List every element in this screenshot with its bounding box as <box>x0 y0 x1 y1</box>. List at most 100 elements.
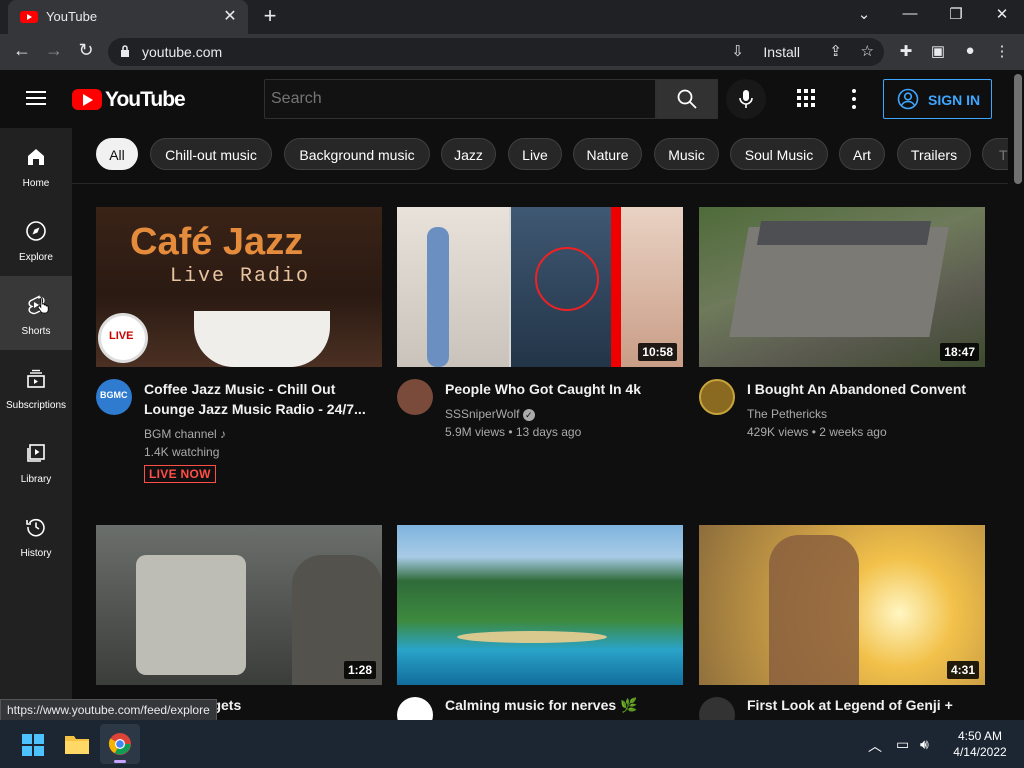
sidebar-item-shorts[interactable]: Shorts <box>0 276 72 350</box>
history-icon <box>26 518 45 537</box>
youtube-favicon-icon <box>20 11 38 23</box>
video-thumbnail[interactable]: 18:47 <box>699 207 985 367</box>
network-icon[interactable]: ▭ <box>896 736 909 753</box>
sidebar-item-label: Home <box>22 178 50 189</box>
close-window-button[interactable]: ✕ <box>990 5 1014 23</box>
extensions-puzzle-icon[interactable]: ✚ <box>896 42 916 60</box>
scrollbar-thumb[interactable] <box>1014 74 1022 184</box>
browser-title-bar: YouTube ✕ + ⌄ — ❐ ✕ <box>0 0 1024 34</box>
chip-soul-music[interactable]: Soul Music <box>730 138 828 170</box>
browser-tab[interactable]: YouTube ✕ <box>8 0 248 34</box>
minimize-button[interactable]: — <box>898 5 922 22</box>
sidebar-item-label: Shorts <box>21 326 51 337</box>
forward-button[interactable]: → <box>42 40 66 61</box>
windows-start-icon[interactable] <box>22 734 44 756</box>
sidebar-item-subscriptions[interactable]: Subscriptions <box>0 350 72 424</box>
chip-art[interactable]: Art <box>839 138 885 170</box>
video-title[interactable]: First Look at Legend of Genji + <box>747 695 979 715</box>
youtube-play-logo-icon <box>72 89 102 110</box>
system-clock[interactable]: 4:50 AM 4/14/2022 <box>940 728 1020 760</box>
sidebar-item-home[interactable]: Home <box>0 128 72 202</box>
close-tab-icon[interactable]: ✕ <box>220 6 240 26</box>
chip-background-music[interactable]: Background music <box>284 138 430 170</box>
thumbnail-red-circle <box>535 247 599 311</box>
search-button[interactable] <box>656 79 718 119</box>
settings-more-icon[interactable] <box>848 89 860 109</box>
channel-avatar[interactable]: BGMC <box>96 379 132 415</box>
sidebar-item-explore[interactable]: Explore <box>0 202 72 276</box>
chrome-menu-icon[interactable]: ⋮ <box>992 42 1012 60</box>
channel-avatar[interactable] <box>699 379 735 415</box>
lock-icon[interactable] <box>120 45 130 57</box>
chip-jazz[interactable]: Jazz <box>441 138 496 170</box>
channel-name[interactable]: SSSniperWolf ✓ <box>445 405 535 423</box>
chrome-taskbar-button[interactable] <box>100 724 140 764</box>
home-icon <box>28 149 44 165</box>
video-thumbnail[interactable]: 4:31 <box>699 525 985 685</box>
logo-text: YouTube <box>105 88 186 111</box>
channel-avatar[interactable] <box>397 379 433 415</box>
car-seat-image <box>136 555 246 675</box>
chip-trailers[interactable]: Trailers <box>897 138 971 170</box>
back-button[interactable]: ← <box>10 40 34 61</box>
chip-music[interactable]: Music <box>654 138 719 170</box>
search-icon <box>677 89 697 109</box>
sign-in-button[interactable]: SIGN IN <box>883 79 992 119</box>
reload-button[interactable]: ↻ <box>74 40 98 61</box>
chip-nature[interactable]: Nature <box>573 138 642 170</box>
profile-icon[interactable]: ● <box>960 42 980 59</box>
chip-live[interactable]: Live <box>508 138 562 170</box>
volume-icon[interactable]: 🔊︎ <box>920 736 929 753</box>
hamburger-menu-icon[interactable] <box>26 91 46 105</box>
beach-image <box>457 631 607 643</box>
video-title[interactable]: Coffee Jazz Music - Chill Out Lounge Jaz… <box>144 379 376 419</box>
apps-grid-icon[interactable] <box>797 89 817 109</box>
channel-name[interactable]: The Pethericks <box>747 405 827 423</box>
tab-search-icon[interactable]: ⌄ <box>852 5 876 23</box>
hand-cursor-icon <box>37 297 49 314</box>
address-bar[interactable]: youtube.com ⇩ Install ⇪ ☆ <box>108 38 884 66</box>
share-icon[interactable]: ⇪ <box>829 42 842 60</box>
genji-character-image <box>769 535 859 685</box>
url-text[interactable]: youtube.com <box>142 44 222 60</box>
side-panel-icon[interactable]: ▣ <box>928 42 948 60</box>
show-hidden-icons-icon[interactable]: ︿ <box>868 736 882 756</box>
page-scrollbar[interactable] <box>1012 70 1024 708</box>
tab-title: YouTube <box>46 9 98 24</box>
video-thumbnail[interactable]: 1:28 <box>96 525 382 685</box>
restore-button[interactable]: ❐ <box>944 5 968 23</box>
music-note-icon: ♪ <box>220 427 227 441</box>
sidebar-item-label: History <box>20 548 52 559</box>
video-duration: 10:58 <box>638 343 677 361</box>
channel-name[interactable]: BGM channel ♪ <box>144 425 226 443</box>
file-explorer-icon[interactable] <box>64 733 90 755</box>
sidebar-item-library[interactable]: Library <box>0 424 72 498</box>
video-meta: 5.9M views • 13 days ago <box>445 425 582 439</box>
video-thumbnail[interactable] <box>397 525 683 685</box>
chip-all[interactable]: All <box>96 138 138 170</box>
verified-check-icon: ✓ <box>522 409 535 421</box>
video-title[interactable]: I Bought An Abandoned Convent <box>747 379 979 399</box>
new-tab-button[interactable]: + <box>258 3 282 29</box>
voice-search-button[interactable] <box>726 79 766 119</box>
video-thumbnail[interactable]: Café Jazz Live Radio LIVE <box>96 207 382 367</box>
video-duration: 1:28 <box>343 661 376 679</box>
live-badge-logo: LIVE <box>98 313 148 363</box>
chip-truncated[interactable]: Th <box>982 138 1008 170</box>
video-title[interactable]: People Who Got Caught In 4k <box>445 379 677 399</box>
windows-taskbar: ︿ ▭ 🔊︎ 4:50 AM 4/14/2022 <box>0 720 1024 768</box>
video-meta: 429K views • 2 weeks ago <box>747 425 887 439</box>
video-title[interactable]: Calming music for nerves 🌿 <box>445 695 677 715</box>
chrome-icon <box>108 733 131 755</box>
sidebar-item-history[interactable]: History <box>0 498 72 572</box>
chip-chill-out-music[interactable]: Chill-out music <box>150 138 272 170</box>
video-thumbnail[interactable]: 10:58 <box>397 207 683 367</box>
live-now-badge: LIVE NOW <box>144 465 216 483</box>
account-circle-icon <box>897 88 919 110</box>
subscriptions-icon <box>27 369 45 388</box>
install-button[interactable]: Install <box>763 44 800 60</box>
bookmark-star-icon[interactable]: ☆ <box>861 42 874 60</box>
install-app-icon[interactable]: ⇩ <box>731 42 744 60</box>
video-meta: 1.4K watching <box>144 445 220 459</box>
search-input[interactable] <box>264 79 656 119</box>
